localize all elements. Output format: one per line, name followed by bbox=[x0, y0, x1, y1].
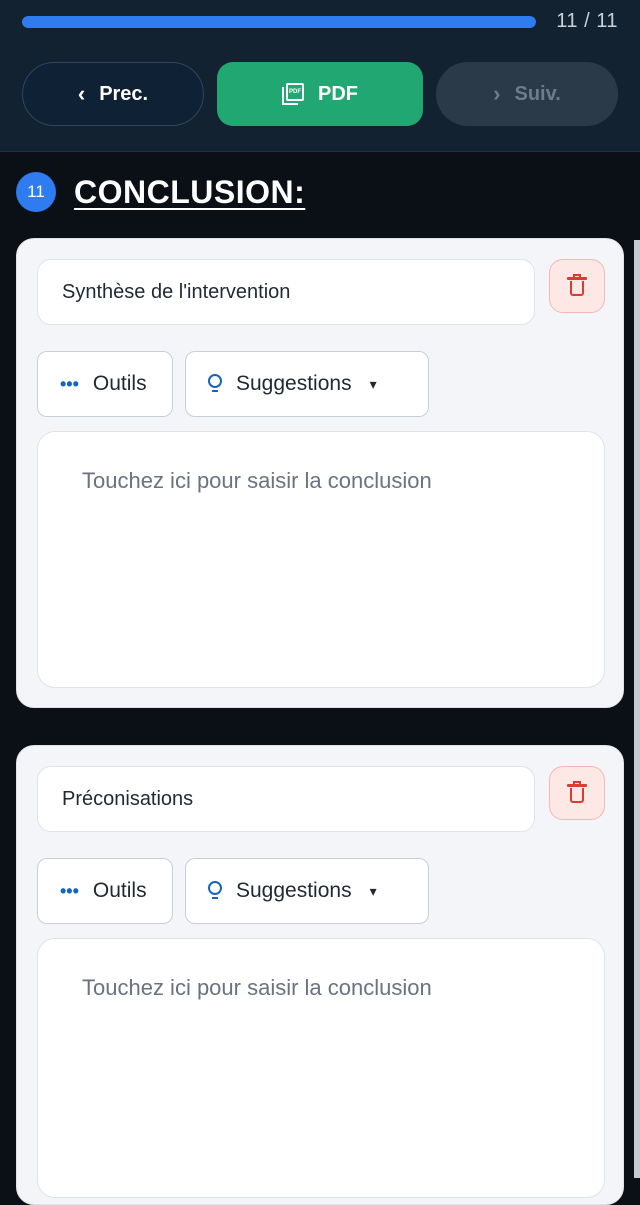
progress-fill bbox=[22, 16, 536, 28]
next-label: Suiv. bbox=[514, 82, 561, 105]
pdf-label: PDF bbox=[318, 82, 358, 105]
progress-label: 11 / 11 bbox=[556, 10, 618, 32]
section-title: CONCLUSION: bbox=[74, 173, 306, 210]
dots-icon: ••• bbox=[60, 880, 79, 901]
chevron-right-icon: › bbox=[493, 81, 501, 106]
chevron-left-icon: ‹ bbox=[77, 81, 86, 106]
pdf-button[interactable]: PDF PDF bbox=[217, 62, 423, 126]
tools-label: Outils bbox=[92, 879, 147, 902]
prev-button[interactable]: ‹ Prec. bbox=[22, 62, 204, 126]
section-number-badge: 11 bbox=[16, 172, 56, 212]
suggestions-button[interactable]: Suggestions ▾ bbox=[185, 858, 429, 924]
tools-label: Outils bbox=[92, 372, 147, 395]
conclusion-text-area[interactable]: Touchez ici pour saisir la conclusion bbox=[37, 431, 605, 688]
lightbulb-icon bbox=[208, 374, 222, 394]
progress-bar bbox=[22, 16, 536, 28]
top-bar: 11 / 11 ‹ Prec. PDF PDF › Suiv. bbox=[0, 0, 640, 152]
prev-label: Prec. bbox=[99, 82, 149, 105]
trash-icon bbox=[567, 781, 587, 803]
suggestions-button[interactable]: Suggestions ▾ bbox=[185, 351, 429, 417]
conclusion-text-area[interactable]: Touchez ici pour saisir la conclusion bbox=[37, 938, 605, 1198]
tools-button[interactable]: ••• Outils bbox=[37, 351, 173, 417]
trash-icon bbox=[567, 274, 587, 296]
pdf-icon-text: PDF bbox=[286, 83, 304, 101]
chevron-down-icon: ▾ bbox=[369, 882, 377, 899]
delete-button[interactable] bbox=[549, 766, 605, 820]
section-header: 11 CONCLUSION: bbox=[16, 172, 305, 212]
conclusion-card: Synthèse de l'intervention ••• Outils Su… bbox=[16, 238, 624, 708]
conclusion-card: Préconisations ••• Outils Suggestions ▾ … bbox=[16, 745, 624, 1205]
scrollbar[interactable] bbox=[634, 240, 640, 1178]
card-title-field[interactable]: Synthèse de l'intervention bbox=[37, 259, 535, 325]
chevron-down-icon: ▾ bbox=[369, 375, 377, 392]
suggestions-label: Suggestions bbox=[236, 879, 352, 902]
next-button[interactable]: › Suiv. bbox=[436, 62, 618, 126]
dots-icon: ••• bbox=[60, 373, 79, 394]
lightbulb-icon bbox=[208, 881, 222, 901]
delete-button[interactable] bbox=[549, 259, 605, 313]
pdf-icon: PDF bbox=[282, 83, 304, 105]
suggestions-label: Suggestions bbox=[236, 372, 352, 395]
card-title-field[interactable]: Préconisations bbox=[37, 766, 535, 832]
tools-button[interactable]: ••• Outils bbox=[37, 858, 173, 924]
